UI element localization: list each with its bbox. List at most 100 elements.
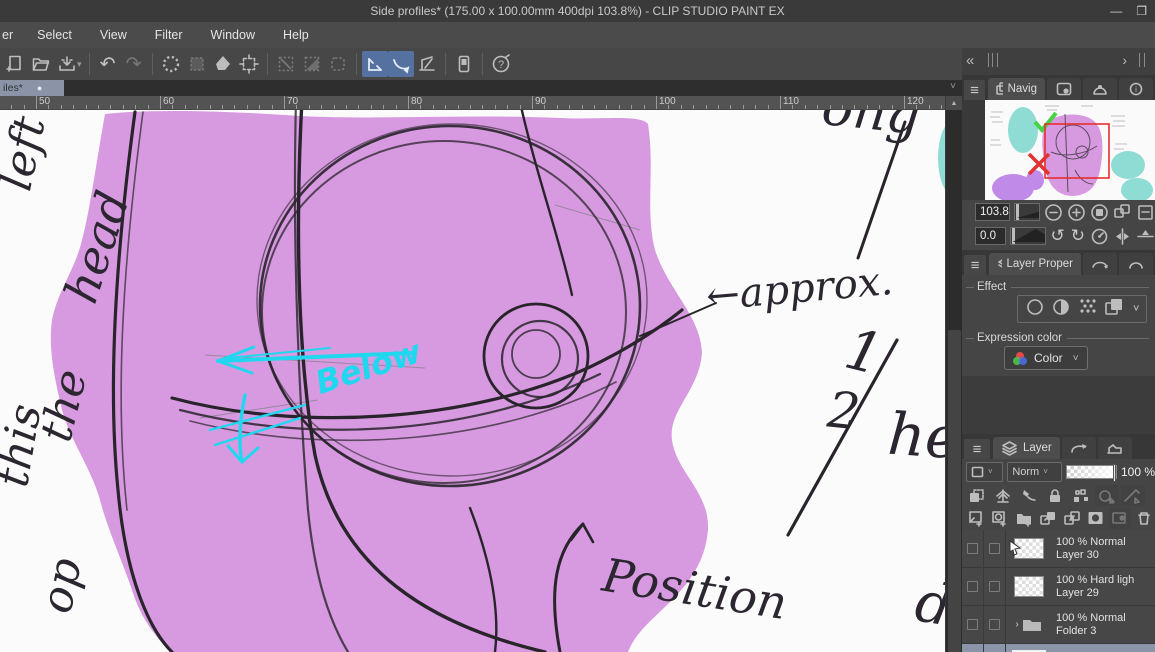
layer29-select-toggle[interactable] [984,567,1006,606]
selected-layer-visibility-toggle[interactable] [962,643,984,652]
flip-horizontal-button[interactable] [1113,225,1132,247]
reset-rotation-button[interactable] [1090,225,1109,247]
effect-more-chevron[interactable]: ˅ [1133,303,1139,315]
rotation-value-field[interactable]: 0.0 [975,227,1006,245]
zoom-in-button[interactable] [1067,201,1086,223]
document-tab[interactable]: iles* ● [0,80,64,96]
transfer-to-lower-layer-button[interactable] [1037,508,1059,529]
lock-transparent-pixels-button[interactable] [1069,485,1093,506]
layer29-thumbnail[interactable] [1014,576,1044,597]
selected-layer-pen-indicator[interactable] [984,643,1006,652]
tab-layer[interactable]: Layer [993,437,1060,459]
eraser-tool-button[interactable] [210,51,236,77]
menu-item-help[interactable]: Help [269,22,323,48]
redo-button[interactable]: ↷ [121,51,147,77]
snap-to-ruler-button[interactable] [361,51,388,77]
reference-layer-button[interactable] [991,485,1015,506]
apply-mask-button[interactable] [1109,508,1131,529]
navigator-menu-button[interactable]: ≡ [964,80,986,100]
layer30-select-toggle[interactable] [984,529,1006,568]
merge-with-lower-layer-button[interactable] [1061,508,1083,529]
new-folder-button[interactable] [1013,508,1035,529]
effect-tone-button[interactable] [1078,297,1098,322]
tab-sub-view[interactable] [1047,78,1081,100]
snap-to-grid-button[interactable] [414,51,440,77]
lock-layer-button[interactable] [1043,485,1067,506]
effect-none-button[interactable] [1025,297,1045,322]
onion-skin-button[interactable] [1121,485,1145,506]
undo-button[interactable]: ↶ [95,51,121,77]
folder3-select-toggle[interactable] [984,605,1006,644]
enable-keyframes-button[interactable] [1095,485,1119,506]
tab-layer-property[interactable]: Layer Proper [989,253,1081,275]
fit-to-width-button[interactable] [1136,201,1155,223]
clear-refresh-button[interactable] [158,51,184,77]
canvas-viewport[interactable]: left head the this op ong ←approx. 1 2 h… [0,110,945,652]
create-layer-mask-button[interactable] [1085,508,1107,529]
menu-item-window[interactable]: Window [197,22,269,48]
tab-information[interactable]: i [1119,78,1153,100]
menu-item-view[interactable]: View [86,22,141,48]
snap-to-special-ruler-button[interactable] [387,51,414,77]
zoom-100-button[interactable] [1090,201,1109,223]
layer29-visibility-toggle[interactable] [962,567,984,606]
minimize-button[interactable]: — [1110,4,1122,18]
dock-drag-grip[interactable] [988,53,998,67]
layer-panel-menu-button[interactable]: ≡ [964,439,990,459]
tab-tool-property[interactable] [1119,253,1153,275]
tab-list-chevron[interactable]: ˅ [950,81,956,92]
help-button[interactable]: ? [488,51,514,77]
navigator-preview[interactable] [962,100,1155,200]
tab-layer-search[interactable] [1061,437,1096,459]
fit-to-screen-button[interactable] [1113,201,1132,223]
layer-row-folder3[interactable]: › 100 % Normal Folder 3 [962,605,1155,644]
layer-row-layer30[interactable]: 100 % Normal Layer 30 [962,529,1155,568]
blend-mode-dropdown[interactable]: Norm ˅ [1007,461,1063,482]
folder3-visibility-toggle[interactable] [962,605,984,644]
dock-drag-grip-2[interactable] [1139,53,1145,67]
new-file-button[interactable] [2,51,28,77]
maximize-button[interactable]: ❐ [1136,4,1147,18]
new-vector-layer-button[interactable] [989,508,1011,529]
canvas-vertical-scrollbar[interactable] [945,110,962,652]
effect-layer-color-button[interactable] [1104,297,1126,322]
new-raster-layer-button[interactable] [965,508,987,529]
expression-color-dropdown[interactable]: Color ˅ [1004,346,1088,370]
tab-animation[interactable] [1083,253,1117,275]
tab-scene[interactable] [1097,437,1132,459]
palette-color-dropdown[interactable]: ˅ [966,461,1004,482]
tab-item-bank[interactable] [1083,78,1117,100]
layer-property-menu-button[interactable]: ≡ [964,255,987,275]
selection-rect-button[interactable] [325,51,351,77]
deselect-button[interactable] [184,51,210,77]
canvas-vertical-scrollbar-thumb[interactable] [948,330,961,652]
selection-polygon-button[interactable] [299,51,325,77]
zoom-value-field[interactable]: 103.8 [975,203,1010,221]
canvas-size-button[interactable] [236,51,262,77]
collapse-dock-button[interactable]: « [966,52,974,69]
layer-opacity-slider[interactable] [1066,463,1117,482]
expand-dock-button[interactable]: › [1122,52,1127,68]
zoom-slider[interactable] [1013,203,1040,221]
menu-item-layer[interactable]: er [0,22,23,48]
rotate-ccw-button[interactable]: ↺ [1050,225,1066,247]
rotation-slider[interactable] [1009,227,1046,245]
menu-item-select[interactable]: Select [23,22,86,48]
clip-to-layer-below-button[interactable] [965,485,989,506]
companion-mode-button[interactable] [451,51,477,77]
layer-row-layer29[interactable]: 100 % Hard ligh Layer 29 [962,567,1155,606]
draft-layer-button[interactable] [1017,485,1041,506]
layer30-visibility-toggle[interactable] [962,529,984,568]
save-options-chevron[interactable]: ▾ [77,59,82,70]
selection-line-button[interactable] [273,51,299,77]
folder-expand-chevron[interactable]: › [1015,619,1018,630]
canvas-scroll-up-button[interactable]: ▲ [945,96,962,110]
zoom-out-button[interactable] [1044,201,1063,223]
delete-layer-button[interactable] [1133,508,1155,529]
tab-navigator[interactable]: Navig [988,78,1045,100]
layer-row-selected[interactable]: 100 % Normal [962,643,1155,652]
flip-vertical-button[interactable] [1136,225,1155,247]
menu-item-filter[interactable]: Filter [141,22,197,48]
open-file-button[interactable] [28,51,54,77]
effect-border-button[interactable] [1051,297,1071,322]
